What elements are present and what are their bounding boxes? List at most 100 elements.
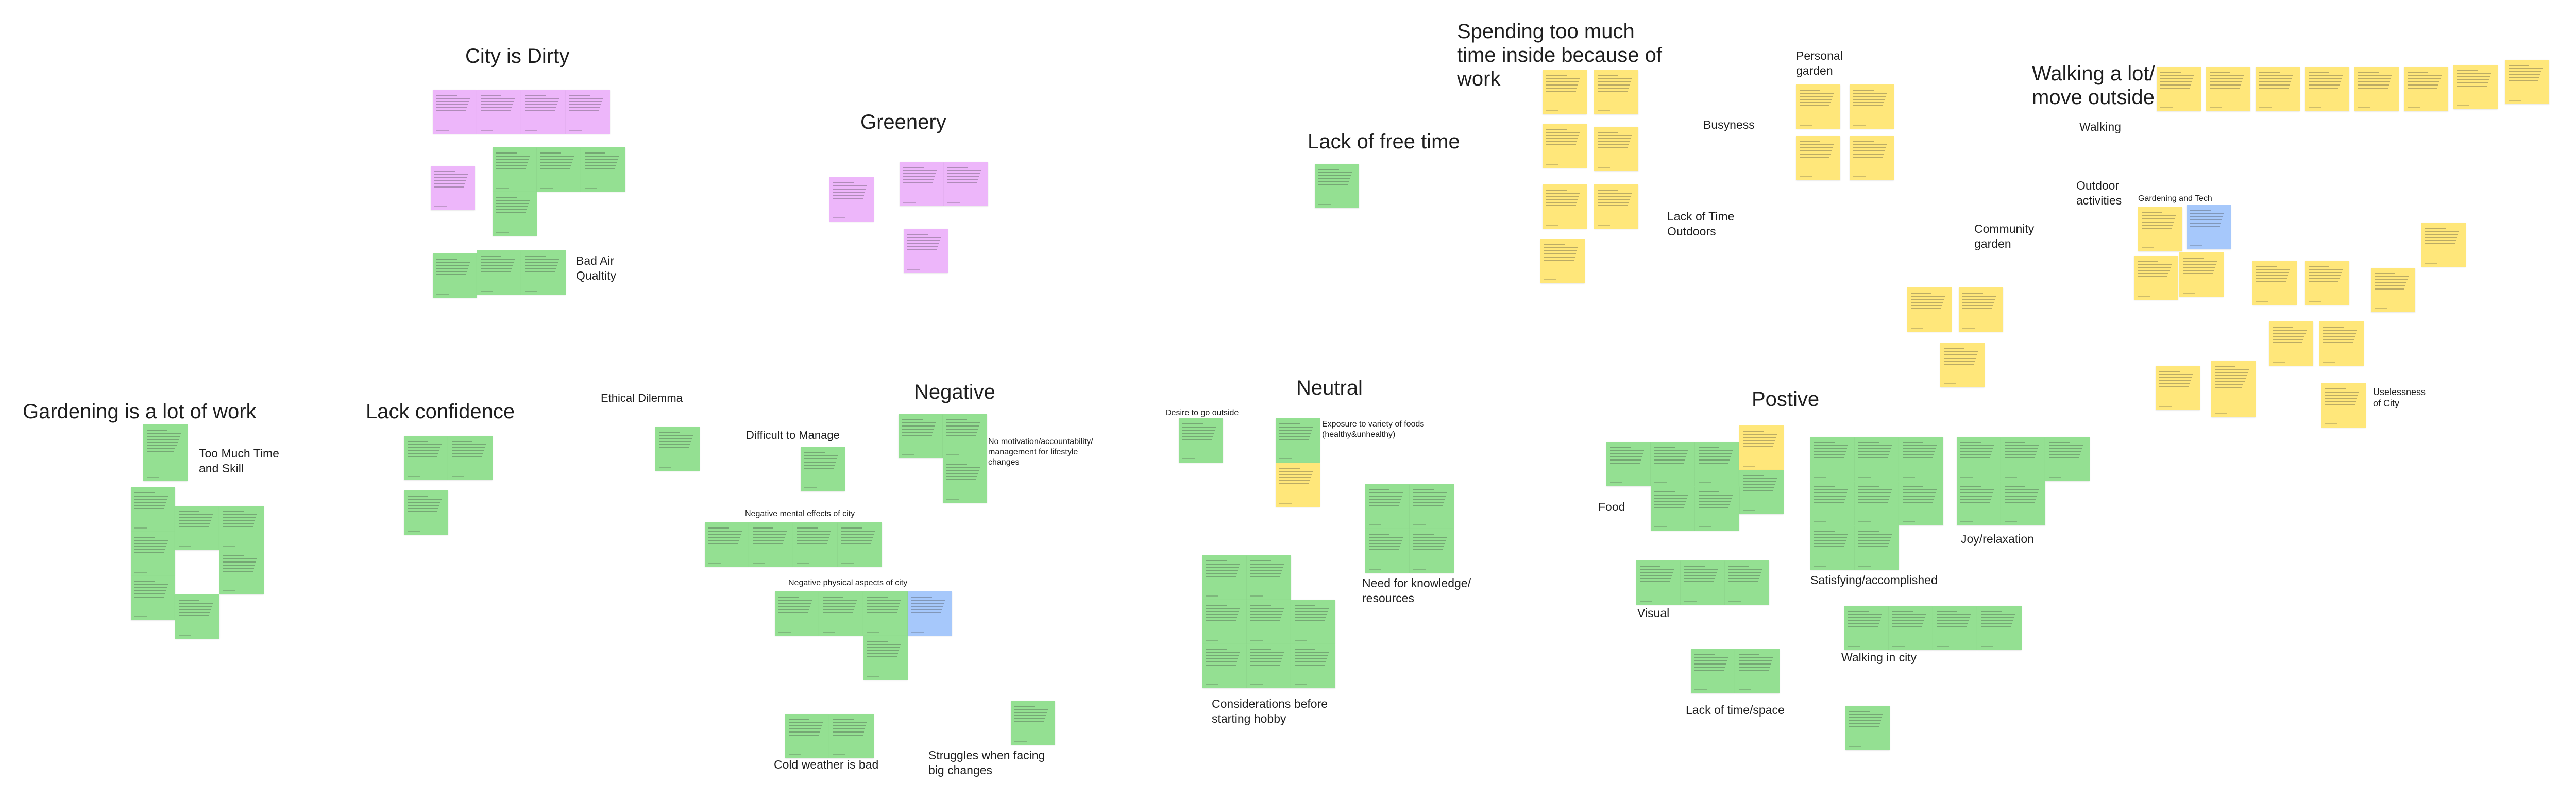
label-lack-of-time-space[interactable]: Lack of time/space xyxy=(1686,703,1809,718)
sticky-note[interactable] xyxy=(1543,124,1587,168)
sticky-note[interactable] xyxy=(944,162,988,206)
label-walking-in-city[interactable]: Walking in city xyxy=(1841,650,1944,665)
sticky-note[interactable] xyxy=(1855,525,1899,570)
sticky-note[interactable] xyxy=(1735,649,1780,693)
sticky-note[interactable] xyxy=(863,591,908,636)
sticky-note[interactable] xyxy=(175,594,219,639)
sticky-note[interactable] xyxy=(1202,555,1247,600)
sticky-note[interactable] xyxy=(1739,470,1784,514)
label-desire-outside[interactable]: Desire to go outside xyxy=(1165,408,1239,418)
sticky-note[interactable] xyxy=(2187,205,2231,249)
sticky-note[interactable] xyxy=(1959,287,2003,332)
sticky-note[interactable] xyxy=(943,458,987,503)
sticky-note[interactable] xyxy=(1845,706,1890,750)
sticky-note[interactable] xyxy=(1543,70,1587,114)
sticky-note[interactable] xyxy=(2001,437,2045,481)
sticky-note[interactable] xyxy=(2305,67,2349,111)
sticky-note[interactable] xyxy=(1940,343,1985,387)
sticky-note[interactable] xyxy=(2206,67,2250,111)
sticky-note[interactable] xyxy=(404,490,448,535)
sticky-note[interactable] xyxy=(1543,184,1587,229)
sticky-note[interactable] xyxy=(131,487,175,532)
sticky-note[interactable] xyxy=(521,90,566,134)
sticky-note[interactable] xyxy=(493,147,537,192)
sticky-note[interactable] xyxy=(2045,437,2090,481)
sticky-note[interactable] xyxy=(1691,649,1735,693)
sticky-note[interactable] xyxy=(1725,560,1769,605)
sticky-note[interactable] xyxy=(2321,383,2366,428)
sticky-note[interactable] xyxy=(1651,442,1695,486)
sticky-note[interactable] xyxy=(2256,67,2300,111)
label-lack-of-time-outdoors[interactable]: Lack of Time Outdoors xyxy=(1667,209,1750,239)
label-joy-relaxation[interactable]: Joy/relaxation xyxy=(1961,532,2064,547)
sticky-note[interactable] xyxy=(819,591,863,636)
sticky-note[interactable] xyxy=(863,636,908,680)
sticky-note[interactable] xyxy=(404,436,448,480)
sticky-note[interactable] xyxy=(1202,600,1247,644)
sticky-note[interactable] xyxy=(801,447,845,491)
sticky-note[interactable] xyxy=(2421,223,2466,267)
sticky-note[interactable] xyxy=(1850,136,1894,180)
sticky-note[interactable] xyxy=(1291,644,1335,688)
sticky-note[interactable] xyxy=(1957,481,2001,525)
sticky-note[interactable] xyxy=(1681,560,1725,605)
label-struggles[interactable]: Struggles when facing big changes xyxy=(928,748,1062,778)
label-need-for-knowledge[interactable]: Need for knowledge/ resources xyxy=(1362,576,1486,606)
sticky-note[interactable] xyxy=(1276,418,1320,463)
sticky-note[interactable] xyxy=(131,532,175,576)
sticky-note[interactable] xyxy=(785,714,829,758)
label-uselessness[interactable]: Uselessness of City xyxy=(2373,386,2426,409)
label-bad-air-quality[interactable]: Bad Air Qualtity xyxy=(576,253,633,283)
label-outdoor-activities[interactable]: Outdoor activities xyxy=(2076,178,2138,208)
sticky-note[interactable] xyxy=(431,166,475,210)
sticky-note[interactable] xyxy=(2134,256,2178,300)
sticky-note[interactable] xyxy=(1844,606,1889,650)
label-cold-weather[interactable]: Cold weather is bad xyxy=(774,757,897,772)
sticky-note[interactable] xyxy=(2319,321,2364,366)
label-considerations[interactable]: Considerations before starting hobby xyxy=(1212,696,1341,726)
sticky-note[interactable] xyxy=(2001,481,2045,525)
sticky-note[interactable] xyxy=(1365,529,1410,573)
label-exposure-foods[interactable]: Exposure to variety of foods (healthy&un… xyxy=(1322,419,1435,440)
label-walking[interactable]: Walking xyxy=(2079,120,2141,134)
sticky-note[interactable] xyxy=(1594,70,1638,114)
sticky-note[interactable] xyxy=(566,90,610,134)
sticky-note[interactable] xyxy=(1410,529,1454,573)
sticky-note[interactable] xyxy=(2211,361,2256,417)
sticky-note[interactable] xyxy=(793,522,838,567)
label-personal-garden[interactable]: Personal garden xyxy=(1796,48,1853,78)
sticky-note[interactable] xyxy=(448,436,493,480)
sticky-note[interactable] xyxy=(2505,60,2549,104)
sticky-note[interactable] xyxy=(2157,67,2201,111)
sticky-note[interactable] xyxy=(1594,184,1638,229)
sticky-note[interactable] xyxy=(838,522,882,567)
sticky-note[interactable] xyxy=(2269,321,2313,366)
sticky-note[interactable] xyxy=(1810,437,1855,481)
sticky-note[interactable] xyxy=(1977,606,2022,650)
sticky-note[interactable] xyxy=(899,414,943,458)
sticky-note[interactable] xyxy=(1606,442,1651,486)
label-gardening-and-tech[interactable]: Gardening and Tech xyxy=(2138,194,2212,204)
sticky-note[interactable] xyxy=(143,424,188,481)
label-satisfying[interactable]: Satisfying/accomplished xyxy=(1810,573,1965,588)
label-too-much-time-skill[interactable]: Too Much Time and Skill xyxy=(199,446,292,476)
sticky-note[interactable] xyxy=(1933,606,1977,650)
sticky-note[interactable] xyxy=(1899,437,1943,481)
sticky-note[interactable] xyxy=(219,506,264,550)
sticky-note[interactable] xyxy=(829,177,874,222)
sticky-note[interactable] xyxy=(1796,84,1840,129)
sticky-note[interactable] xyxy=(749,522,793,567)
heading-greenery[interactable]: Greenery xyxy=(860,110,946,134)
label-negative-mental[interactable]: Negative mental effects of city xyxy=(745,509,855,519)
sticky-note[interactable] xyxy=(1889,606,1933,650)
label-busyness[interactable]: Busyness xyxy=(1703,117,1775,132)
heading-gardening-is-work[interactable]: Gardening is a lot of work xyxy=(23,400,257,423)
sticky-note[interactable] xyxy=(1651,486,1695,531)
sticky-note[interactable] xyxy=(1247,644,1291,688)
heading-negative[interactable]: Negative xyxy=(914,380,995,404)
sticky-note[interactable] xyxy=(2371,268,2415,312)
sticky-note[interactable] xyxy=(943,414,987,458)
sticky-note[interactable] xyxy=(131,576,175,620)
sticky-note[interactable] xyxy=(655,427,700,471)
sticky-note[interactable] xyxy=(1011,701,1055,745)
